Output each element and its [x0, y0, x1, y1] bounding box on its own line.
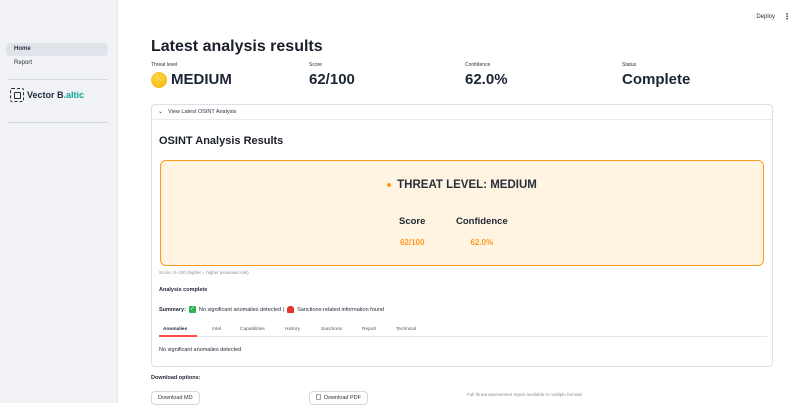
page-title: Latest analysis results [151, 38, 323, 55]
osint-expander: ⌄ View Latest OSINT Analysis OSINT Analy… [151, 104, 773, 367]
logo-text-main: Vector B [27, 90, 64, 100]
alarm-icon [287, 306, 295, 313]
deploy-button[interactable]: Deploy [756, 14, 775, 20]
active-tab-indicator [159, 335, 197, 337]
download-options-label: Download options: [151, 375, 201, 381]
download-pdf-label: Download PDF [324, 395, 361, 401]
banner-score: Score 62/100 [399, 216, 425, 247]
logo-text: Vector B.altic [27, 90, 84, 100]
metric-label: Score [309, 62, 323, 68]
metric-value: MEDIUM [151, 71, 232, 88]
metric-score: Score 62/100 [309, 62, 355, 88]
threat-level-heading: THREAT LEVEL: MEDIUM [161, 179, 763, 191]
top-bar: Deploy ⋮ [118, 0, 800, 36]
sidebar-item-home[interactable]: Home [6, 43, 108, 56]
tab-anomalies[interactable]: Anomalies [163, 327, 187, 332]
analysis-tabs: Anomalies Intel Capabilities History San… [159, 323, 767, 337]
yellow-circle-icon [151, 71, 167, 88]
metric-value: 62/100 [309, 71, 355, 88]
osint-results-title: OSINT Analysis Results [159, 135, 284, 147]
banner-confidence: Confidence 62.0% [456, 216, 508, 247]
summary-prefix: Summary: [159, 306, 186, 313]
banner-score-label: Score [399, 216, 426, 227]
check-icon: ✓ [188, 306, 196, 313]
sidebar: Home Report Vector B.altic [0, 0, 118, 403]
metric-threat-level: Threat level MEDIUM [151, 62, 232, 88]
expander-label: View Latest OSINT Analysis [168, 108, 237, 115]
threat-level-value: MEDIUM [171, 71, 232, 88]
analysis-summary: Summary: ✓ No significant anomalies dete… [159, 306, 384, 313]
logo-icon [10, 88, 24, 102]
metric-label: Threat level [151, 62, 178, 68]
banner-confidence-value: 62.0% [470, 238, 494, 247]
metric-confidence: Confidence 62.0% [465, 62, 508, 88]
sidebar-divider [8, 122, 108, 123]
metric-value: Complete [622, 71, 691, 88]
analysis-status: Analysis complete [159, 287, 208, 293]
metric-label: Confidence [465, 62, 491, 68]
banner-confidence-label: Confidence [456, 216, 508, 227]
score-caption: Score: 0–100 (higher = higher assessed r… [159, 270, 249, 275]
summary-part1: No significant anomalies detected | [198, 306, 285, 313]
threat-level-banner: THREAT LEVEL: MEDIUM Score 62/100 Confid… [160, 160, 764, 266]
logo-text-accent: .altic [63, 90, 85, 100]
threat-level-text: THREAT LEVEL: MEDIUM [397, 179, 537, 191]
sidebar-item-report[interactable]: Report [6, 57, 108, 70]
expander-header[interactable]: ⌄ View Latest OSINT Analysis [152, 105, 772, 120]
download-note: Full threat assessment report available … [467, 392, 583, 397]
summary-part2: Sanctions-related information found [297, 306, 384, 313]
sidebar-divider [8, 79, 108, 80]
file-icon [316, 394, 321, 400]
orange-dot-icon [387, 182, 392, 187]
tab-content: No significant anomalies detected [159, 347, 242, 353]
chevron-down-icon: ⌄ [158, 108, 164, 115]
metric-label: Status [622, 62, 637, 68]
app-logo: Vector B.altic [10, 88, 84, 102]
tab-technical[interactable]: Technical [396, 327, 416, 332]
banner-score-value: 62/100 [399, 238, 425, 247]
tab-intel[interactable]: Intel [212, 327, 221, 332]
more-menu-icon[interactable]: ⋮ [783, 12, 791, 21]
metric-status: Status Complete [622, 62, 690, 88]
tab-sanctions[interactable]: Sanctions [321, 327, 342, 332]
tab-report[interactable]: Report [362, 327, 376, 332]
tab-capabilities[interactable]: Capabilities [240, 327, 265, 332]
tab-history[interactable]: History [285, 327, 300, 332]
metric-value: 62.0% [465, 71, 508, 88]
